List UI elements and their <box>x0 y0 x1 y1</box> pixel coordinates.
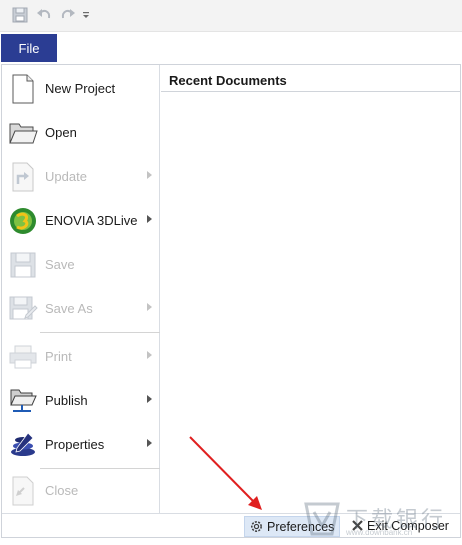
menu-item-close[interactable]: Close <box>2 469 160 513</box>
save-as-icon <box>7 293 39 325</box>
enovia-3dlive-icon <box>7 205 39 237</box>
exit-composer-button[interactable]: Exit Composer <box>347 516 459 537</box>
menu-item-label: New Project <box>45 81 116 96</box>
menu-item-label: Close <box>45 483 79 498</box>
menu-item-label: Print <box>45 349 72 364</box>
menu-item-new-project[interactable]: New Project <box>2 67 160 111</box>
file-backstage-panel: New Project Open Update ENOVIA 3DLive Sa… <box>1 64 461 538</box>
recent-documents-pane: Recent Documents <box>161 65 460 513</box>
submenu-arrow-icon <box>147 215 152 223</box>
recent-documents-divider <box>161 91 460 92</box>
publish-icon <box>7 385 39 417</box>
menu-item-label: Publish <box>45 393 88 408</box>
save-icon[interactable] <box>11 6 29 24</box>
folder-open-icon <box>7 117 39 149</box>
menu-item-open[interactable]: Open <box>2 111 160 155</box>
menu-item-label: Update <box>45 169 87 184</box>
menu-item-properties[interactable]: Properties <box>2 423 160 467</box>
gear-icon <box>249 519 264 537</box>
preferences-label: Preferences <box>267 520 335 534</box>
menu-divider <box>40 332 160 333</box>
menu-item-update[interactable]: Update <box>2 155 160 199</box>
menu-item-label: Properties <box>45 437 105 452</box>
submenu-arrow-icon <box>147 171 152 179</box>
print-icon <box>7 341 39 373</box>
submenu-arrow-icon <box>147 351 152 359</box>
update-icon <box>7 161 39 193</box>
new-document-icon <box>7 73 39 105</box>
menu-item-label: ENOVIA 3DLive <box>45 213 138 228</box>
menu-item-save[interactable]: Save <box>2 243 160 287</box>
submenu-arrow-icon <box>147 303 152 311</box>
file-tab[interactable]: File <box>1 34 57 62</box>
file-menu-list: New Project Open Update ENOVIA 3DLive Sa… <box>2 65 160 513</box>
exit-composer-label: Exit Composer <box>367 519 449 533</box>
backstage-footer: Preferences Exit Composer <box>2 513 460 537</box>
submenu-arrow-icon <box>147 439 152 447</box>
menu-item-enovia-3dlive[interactable]: ENOVIA 3DLive <box>2 199 160 243</box>
menu-item-save-as[interactable]: Save As <box>2 287 160 331</box>
close-document-icon <box>7 475 39 507</box>
submenu-arrow-icon <box>147 395 152 403</box>
recent-documents-title: Recent Documents <box>169 73 287 88</box>
menu-item-publish[interactable]: Publish <box>2 379 160 423</box>
menu-item-label: Save <box>45 257 75 272</box>
close-icon <box>351 519 364 535</box>
menu-item-label: Save As <box>45 301 93 316</box>
menu-item-print[interactable]: Print <box>2 335 160 379</box>
quick-access-toolbar <box>0 0 462 32</box>
redo-icon[interactable] <box>59 6 77 24</box>
save-icon <box>7 249 39 281</box>
preferences-button[interactable]: Preferences <box>244 516 340 537</box>
undo-icon[interactable] <box>35 6 53 24</box>
customize-dropdown-icon[interactable] <box>80 6 92 24</box>
properties-icon <box>7 429 39 461</box>
menu-item-label: Open <box>45 125 77 140</box>
ribbon-tab-bar: File <box>0 32 462 64</box>
